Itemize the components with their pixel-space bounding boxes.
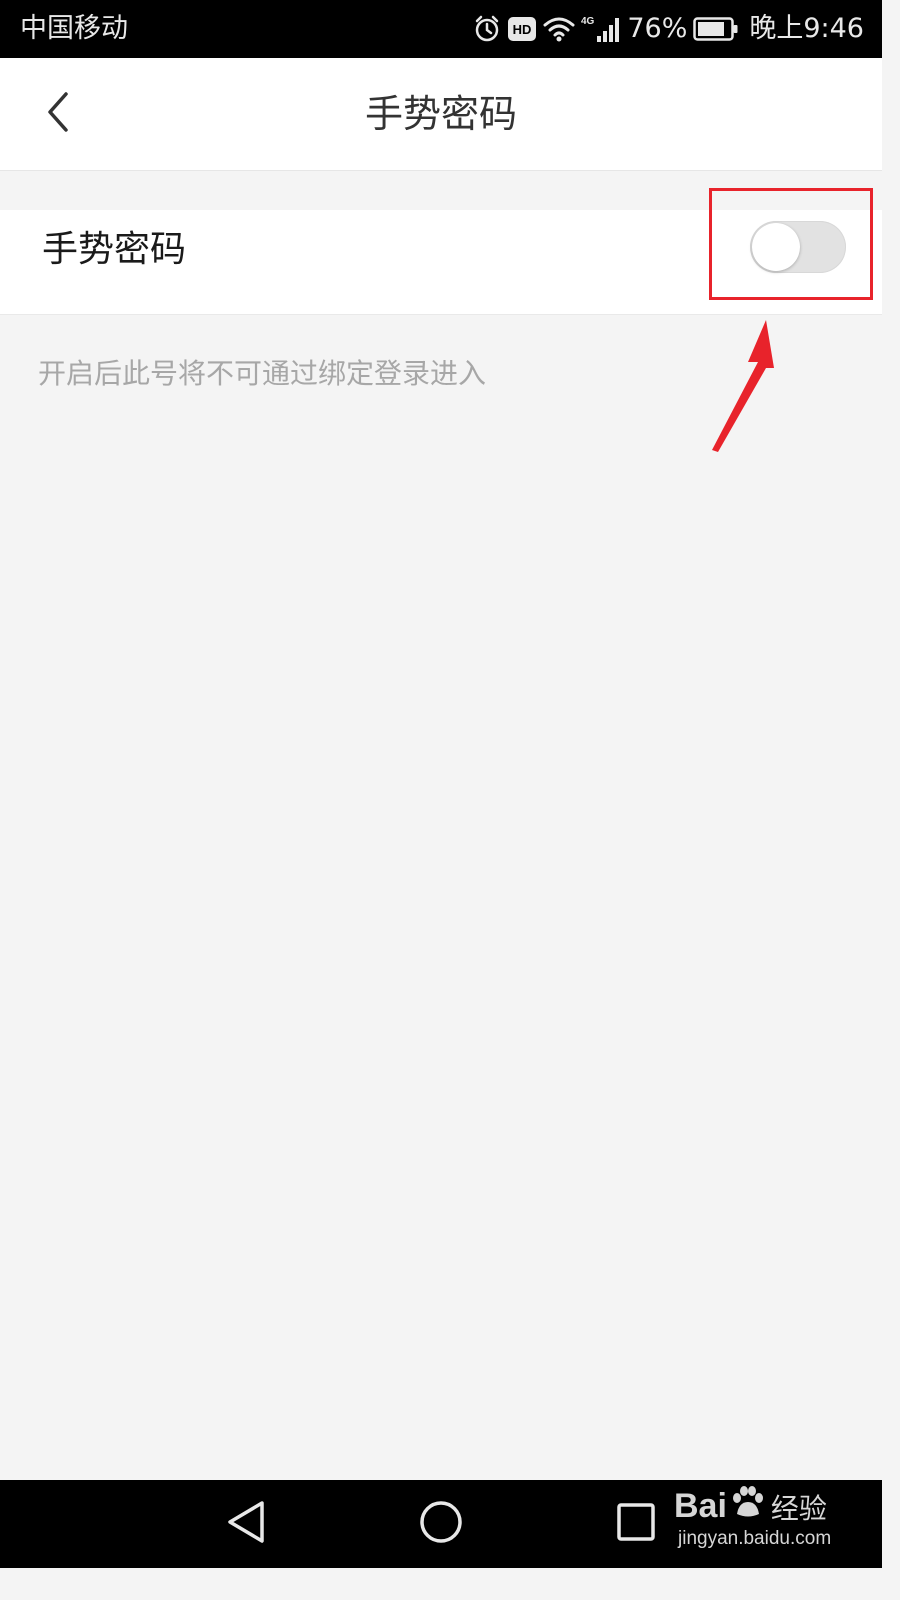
nav-recent-icon — [615, 1501, 657, 1547]
battery-percent: 76% — [627, 13, 688, 44]
title-bar: 手势密码 — [0, 58, 882, 171]
gesture-password-toggle[interactable] — [750, 221, 846, 273]
chevron-left-icon — [42, 90, 74, 138]
battery-icon — [693, 16, 739, 42]
gesture-password-row: 手势密码 — [0, 210, 882, 315]
wifi-icon — [543, 15, 575, 43]
carrier-name: 中国移动 — [20, 13, 128, 44]
network-type-label: 4G — [581, 16, 595, 27]
cellular-signal-icon: 4G — [581, 14, 621, 44]
status-icons: HD 4G 76% 晚上9:46 — [473, 10, 864, 48]
toggle-knob — [752, 223, 800, 271]
hd-icon: HD — [507, 16, 537, 42]
alarm-icon — [473, 15, 501, 43]
nav-back-icon — [224, 1499, 268, 1549]
clock: 晚上9:46 — [749, 13, 864, 44]
nav-home-icon — [418, 1499, 464, 1549]
status-bar: 中国移动 HD 4G 76% 晚上9:46 — [0, 0, 882, 58]
navigation-bar — [0, 1480, 882, 1568]
nav-recent-button[interactable] — [606, 1496, 666, 1552]
nav-home-button[interactable] — [411, 1496, 471, 1552]
back-button[interactable] — [30, 84, 86, 144]
nav-back-button[interactable] — [216, 1496, 276, 1552]
annotation-arrow — [700, 318, 780, 462]
gesture-password-hint: 开启后此号将不可通过绑定登录进入 — [38, 357, 487, 390]
page-title: 手势密码 — [364, 92, 517, 136]
gesture-password-label: 手势密码 — [42, 229, 187, 270]
svg-text:HD: HD — [513, 22, 532, 37]
